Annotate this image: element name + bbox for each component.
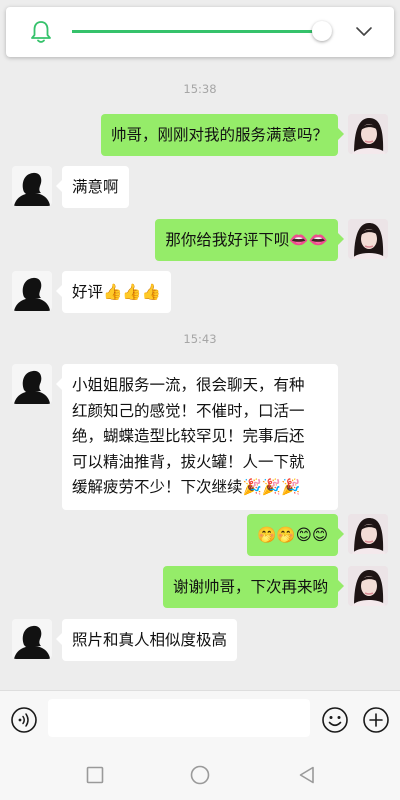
avatar-photo [348, 114, 388, 154]
avatar-photo [348, 514, 388, 554]
message-bubble[interactable]: 那你给我好评下呗👄👄 [155, 219, 344, 261]
recent-apps-icon[interactable] [83, 763, 107, 787]
input-bar [0, 690, 400, 751]
message-input[interactable] [48, 699, 310, 737]
message-bubble[interactable]: 满意啊 [56, 166, 129, 208]
home-icon[interactable] [188, 763, 212, 787]
volume-slider-thumb[interactable] [311, 21, 332, 41]
message-text: 满意啊 [72, 178, 119, 196]
emoji-message: 🤭🤭😊😊 [257, 526, 328, 544]
avatar-silhouette [12, 271, 52, 311]
message-text: 那你给我好评下呗 [165, 231, 290, 249]
lips-emoji: 👄👄 [289, 231, 328, 249]
message-text-line: 缓解疲劳不少！下次继续 [72, 478, 243, 496]
avatar-self[interactable] [348, 566, 388, 606]
message-text-line: 红颜知己的感觉！不催时，口活一 [72, 401, 305, 420]
avatar-self[interactable] [348, 514, 388, 554]
volume-slider-fill [72, 30, 322, 33]
chevron-down-icon[interactable] [354, 22, 374, 42]
message-text: 好评 [72, 283, 104, 301]
avatar-photo [348, 566, 388, 606]
voice-icon[interactable] [10, 706, 38, 734]
avatar-self[interactable] [348, 114, 388, 154]
message-text-line: 可以精油推背，拔火罐！人一下就 [72, 452, 305, 471]
message-bubble[interactable]: 谢谢帅哥，下次再来哟 [162, 566, 345, 608]
avatar-self[interactable] [348, 219, 388, 259]
avatar-contact[interactable] [12, 364, 52, 404]
bell-icon[interactable] [30, 20, 52, 44]
timestamp: 15:38 [183, 82, 217, 96]
avatar-silhouette [12, 619, 52, 659]
message-text: 谢谢帅哥，下次再来哟 [172, 578, 328, 596]
message-bubble[interactable]: 照片和真人相似度极高 [55, 619, 238, 661]
avatar-contact[interactable] [12, 271, 52, 311]
avatar-silhouette [12, 364, 52, 404]
message-bubble[interactable]: 小姐姐服务一流，很会聊天，有种 红颜知己的感觉！不催时，口活一 绝，蝴蝶造型比较… [56, 364, 338, 510]
emoji-icon[interactable] [321, 706, 349, 734]
message-bubble[interactable]: 好评👍👍👍 [56, 271, 171, 313]
avatar-photo [348, 219, 388, 259]
volume-popup [6, 7, 394, 57]
avatar-contact[interactable] [12, 619, 52, 659]
message-bubble[interactable]: 帅哥，刚刚对我的服务满意吗？ [100, 114, 345, 156]
system-navigation-bar [0, 750, 400, 800]
message-text-line: 小姐姐服务一流，很会聊天，有种 [72, 376, 305, 394]
plus-icon[interactable] [362, 706, 390, 734]
message-text: 照片和真人相似度极高 [72, 631, 228, 649]
thumbs-up-emoji: 👍👍👍 [103, 283, 161, 301]
message-text: 帅哥，刚刚对我的服务满意吗？ [110, 126, 328, 144]
volume-slider[interactable] [72, 21, 332, 41]
avatar-silhouette [12, 166, 52, 206]
back-icon[interactable] [295, 763, 319, 787]
party-popper-emoji: 🎉🎉🎉 [242, 478, 301, 496]
message-bubble[interactable]: 🤭🤭😊😊 [247, 514, 344, 556]
message-text-line: 绝，蝴蝶造型比较罕见！完事后还 [72, 427, 305, 445]
avatar-contact[interactable] [12, 166, 52, 206]
timestamp: 15:43 [183, 332, 217, 346]
